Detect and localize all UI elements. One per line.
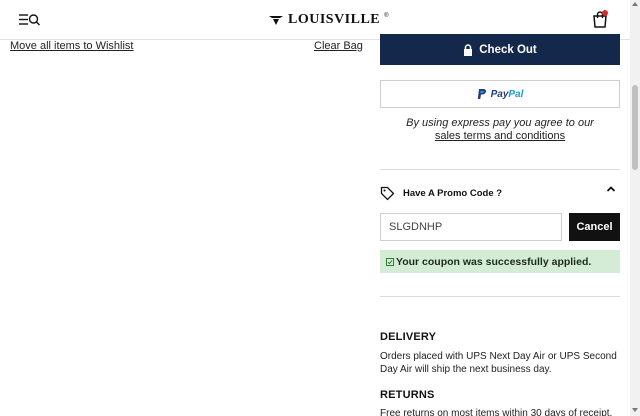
delivery-text: Orders placed with UPS Next Day Air or U… xyxy=(380,351,617,375)
lock-icon xyxy=(464,43,473,56)
tag-icon xyxy=(380,186,395,200)
scrollbar-thumb[interactable] xyxy=(632,85,638,170)
logo-text: LOUISVILLE xyxy=(288,12,381,27)
scroll-up-arrow-icon[interactable] xyxy=(632,2,638,6)
checkout-button[interactable]: Check Out xyxy=(380,34,620,65)
clear-bag-link[interactable]: Clear Bag xyxy=(314,40,363,52)
paypal-pal: Pal xyxy=(508,88,524,100)
divider xyxy=(380,169,620,170)
coupon-success-text: Your coupon was successfully applied. xyxy=(396,255,592,268)
checkout-label: Check Out xyxy=(479,43,537,56)
returns-text: Free returns on most items within 30 day… xyxy=(380,408,613,416)
sales-terms-link[interactable]: sales terms and conditions xyxy=(435,130,565,142)
cancel-promo-button[interactable]: Cancel xyxy=(569,213,620,241)
check-icon xyxy=(386,257,394,266)
promo-code-toggle[interactable]: Have A Promo Code ? xyxy=(380,183,620,203)
delivery-heading: DELIVERY xyxy=(380,331,437,343)
paypal-wordmark: PayPal xyxy=(491,89,524,100)
paypal-pay: Pay xyxy=(490,88,509,100)
divider xyxy=(380,296,620,297)
coupon-success-message: Your coupon was successfully applied. xyxy=(380,250,620,273)
returns-heading: RETURNS xyxy=(380,389,435,401)
express-pay-note: By using express pay you agree to our sa… xyxy=(380,117,620,143)
promo-title: Have A Promo Code ? xyxy=(403,187,503,199)
louisville-logo[interactable]: LOUISVILLE ® xyxy=(268,11,389,29)
promo-code-input[interactable] xyxy=(380,213,562,241)
paypal-button[interactable]: PayPal xyxy=(380,80,620,108)
express-pay-text: By using express pay you agree to our xyxy=(406,117,594,129)
vertical-scrollbar[interactable] xyxy=(630,0,640,416)
bag-badge xyxy=(602,10,608,16)
registered-mark: ® xyxy=(384,13,389,19)
scroll-down-arrow-icon[interactable] xyxy=(632,408,638,412)
shopping-bag-icon[interactable] xyxy=(590,9,610,29)
menu-search-icon[interactable] xyxy=(18,11,42,29)
chevron-up-icon[interactable] xyxy=(606,185,616,193)
move-all-to-wishlist-link[interactable]: Move all items to Wishlist xyxy=(10,40,133,52)
paypal-icon xyxy=(477,89,486,99)
bat-logo-icon xyxy=(269,16,283,25)
